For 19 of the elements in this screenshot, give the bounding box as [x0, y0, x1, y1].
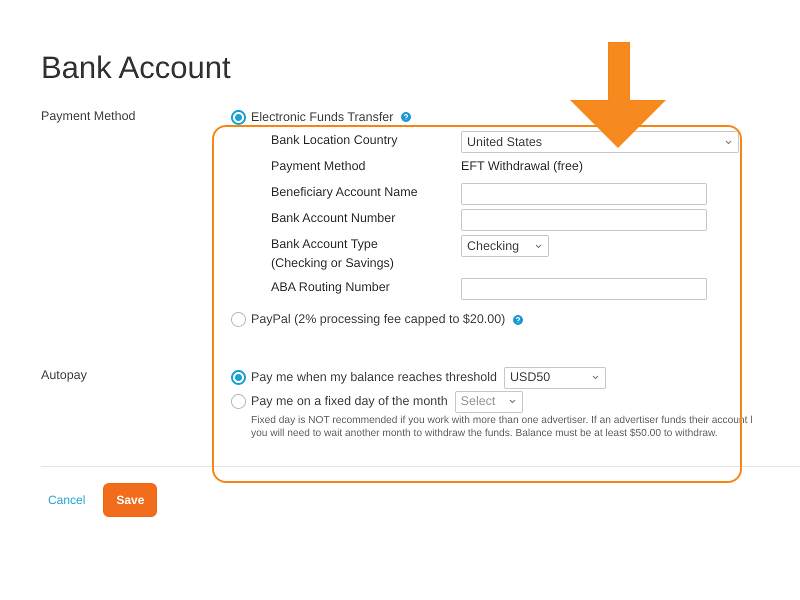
- field-label: Bank Location Country: [271, 132, 398, 149]
- option-label: Pay me when my balance reaches threshold: [251, 369, 497, 386]
- select-field[interactable]: USD50: [504, 366, 606, 389]
- option-label: Pay me on a fixed day of the month: [251, 393, 448, 410]
- select-field[interactable]: United States: [461, 131, 739, 153]
- help-text: you will need to wait another month to withdraw the funds. Balance must be at least $50.00 to withdraw.: [250, 427, 719, 440]
- section-label: Payment Method: [41, 108, 136, 125]
- field-label: Payment Method: [271, 158, 366, 175]
- field-value: EFT Withdrawal (free): [461, 158, 584, 175]
- field-label: (Checking or Savings): [271, 255, 395, 272]
- field-label: Beneficiary Account Name: [271, 184, 419, 201]
- field-label: Bank Account Type: [271, 236, 379, 253]
- field-label: ABA Routing Number: [271, 278, 391, 296]
- field-label: Bank Account Number: [271, 210, 396, 227]
- option-label: Electronic Funds Transfer: [251, 108, 394, 126]
- select-field[interactable]: Checking: [461, 235, 549, 257]
- option-label: PayPal (2% processing fee capped to $20.00): [251, 311, 506, 328]
- section-label: Autopay: [41, 366, 88, 384]
- page-title: Bank Account: [41, 52, 232, 83]
